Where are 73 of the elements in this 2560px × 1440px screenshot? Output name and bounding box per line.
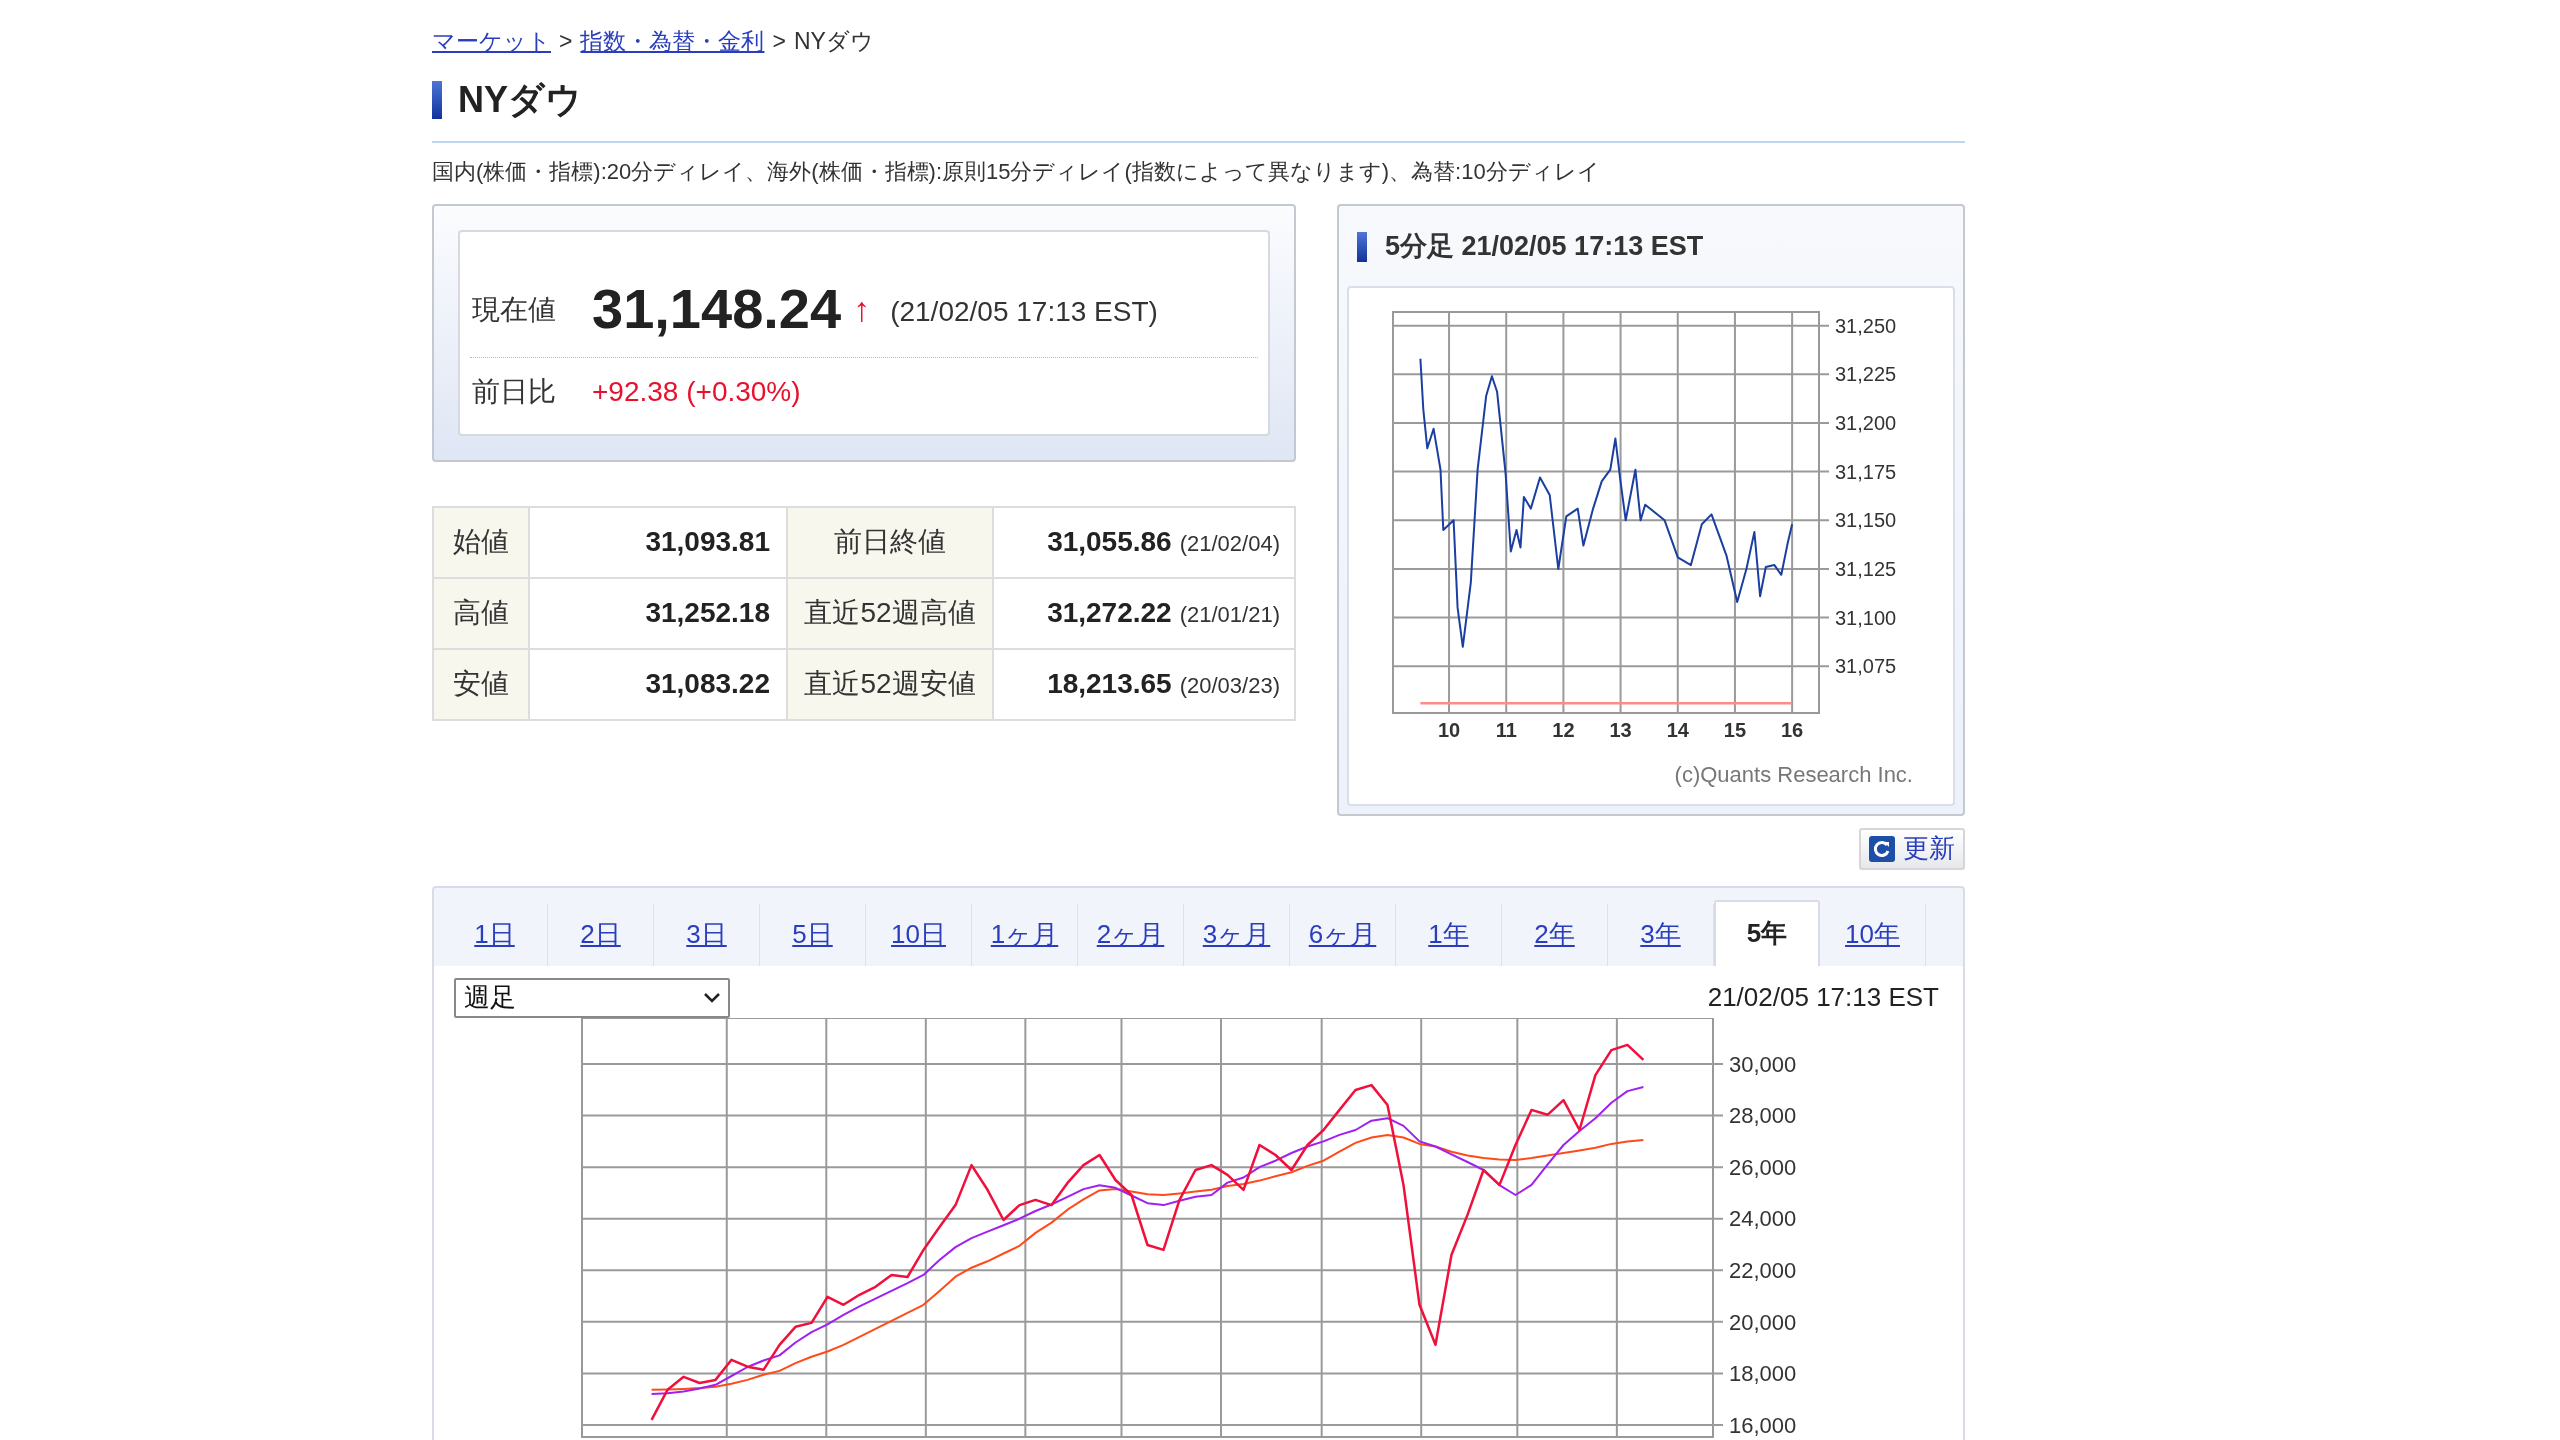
y-axis-label: 31,200 [1835, 411, 1897, 434]
y-axis-label: 22,000 [1729, 1257, 1797, 1283]
period-tab[interactable]: 1年 [1396, 903, 1502, 966]
y-axis-label: 31,150 [1835, 508, 1897, 531]
period-tab[interactable]: 2日 [548, 903, 654, 966]
y-axis-label: 31,100 [1835, 606, 1897, 629]
delay-note: 国内(株価・指標):20分ディレイ、海外(株価・指標):原則15分ディレイ(指数によって異なります)、為替:10分ディレイ [432, 157, 1601, 186]
y-axis-label: 16,000 [1729, 1412, 1797, 1438]
x-axis-label: 15 [1723, 718, 1747, 741]
intraday-title: 5分足 21/02/05 17:13 EST [1385, 230, 1704, 264]
page-title: NYダウ [458, 77, 582, 122]
chevron-down-icon [704, 992, 720, 1003]
title-marker [432, 80, 442, 119]
refresh-icon [1869, 835, 1895, 862]
chart-timestamp: 21/02/05 17:13 EST [1707, 981, 1939, 1014]
y-axis-label: 31,175 [1835, 460, 1897, 483]
period-tab[interactable]: 3ヶ月 [1184, 903, 1290, 966]
period-tab[interactable]: 1ヶ月 [972, 903, 1078, 966]
stat-date: (21/01/21) [1179, 602, 1280, 627]
stat-number: 31,272.22 [1047, 597, 1172, 628]
breadcrumb-link[interactable]: 指数・為替・金利 [580, 24, 765, 59]
period-tab[interactable]: 2年 [1502, 903, 1608, 966]
stat-label: 直近52週高値 [787, 577, 993, 649]
breadcrumb-current: NYダウ [793, 27, 874, 56]
period-tab[interactable]: 10年 [1820, 903, 1926, 966]
price-time: (21/02/05 17:13 EST) [890, 294, 1158, 329]
stat-label: 前日終値 [787, 506, 993, 578]
current-price: 31,148.24 [592, 280, 842, 337]
y-axis-label: 24,000 [1729, 1205, 1797, 1231]
breadcrumb-separator: > [559, 27, 573, 56]
breadcrumb-separator: > [772, 27, 786, 56]
period-tab[interactable]: 5日 [760, 903, 866, 966]
y-axis-label: 31,075 [1835, 654, 1897, 677]
stat-date: (21/02/04) [1179, 531, 1280, 556]
price-change: +92.38 (+0.30%) [592, 374, 801, 409]
y-axis-label: 31,250 [1835, 314, 1897, 337]
period-tab[interactable]: 5年 [1714, 899, 1820, 966]
stat-label: 直近52週安値 [787, 648, 993, 720]
x-axis-label: 16 [1781, 718, 1804, 741]
stat-label: 始値 [433, 506, 529, 578]
period-tab[interactable]: 1日 [442, 903, 548, 966]
breadcrumb-link[interactable]: マーケット [432, 24, 551, 59]
y-axis-label: 30,000 [1729, 1051, 1797, 1077]
stat-number: 31,055.86 [1047, 526, 1172, 557]
period-tab[interactable]: 6ヶ月 [1290, 903, 1396, 966]
stat-label: 安値 [433, 648, 529, 720]
price-label: 現在値 [472, 292, 557, 327]
y-axis-label: 18,000 [1729, 1360, 1797, 1386]
x-axis-label: 13 [1609, 718, 1632, 741]
period-tab[interactable]: 3日 [654, 903, 760, 966]
title-marker [1357, 231, 1367, 262]
chart-credit: (c)Quants Research Inc. [1674, 760, 1913, 789]
stat-value: 31,093.81 [529, 506, 787, 578]
y-axis-label: 31,125 [1835, 557, 1897, 580]
y-axis-label: 20,000 [1729, 1309, 1797, 1335]
y-axis-label: 31,225 [1835, 362, 1897, 385]
stat-value: 31,252.18 [529, 577, 787, 649]
x-axis-label: 14 [1666, 718, 1689, 741]
interval-select[interactable]: 週足 [454, 977, 730, 1018]
period-tab[interactable]: 2ヶ月 [1078, 903, 1184, 966]
y-axis-label: 28,000 [1729, 1102, 1797, 1128]
x-axis-label: 11 [1495, 718, 1517, 741]
stat-date: (20/03/23) [1179, 673, 1280, 698]
refresh-button[interactable]: 更新 [1859, 827, 1965, 870]
period-tab[interactable]: 10日 [866, 903, 972, 966]
change-label: 前日比 [472, 374, 557, 409]
up-arrow: ↑ [853, 288, 871, 330]
stat-number: 18,213.65 [1047, 668, 1172, 699]
x-axis-label: 12 [1552, 718, 1575, 741]
stat-label: 高値 [433, 577, 529, 649]
x-axis-label: 10 [1437, 718, 1461, 741]
stat-value: 31,083.22 [529, 648, 787, 720]
y-axis-label: 26,000 [1729, 1154, 1797, 1180]
